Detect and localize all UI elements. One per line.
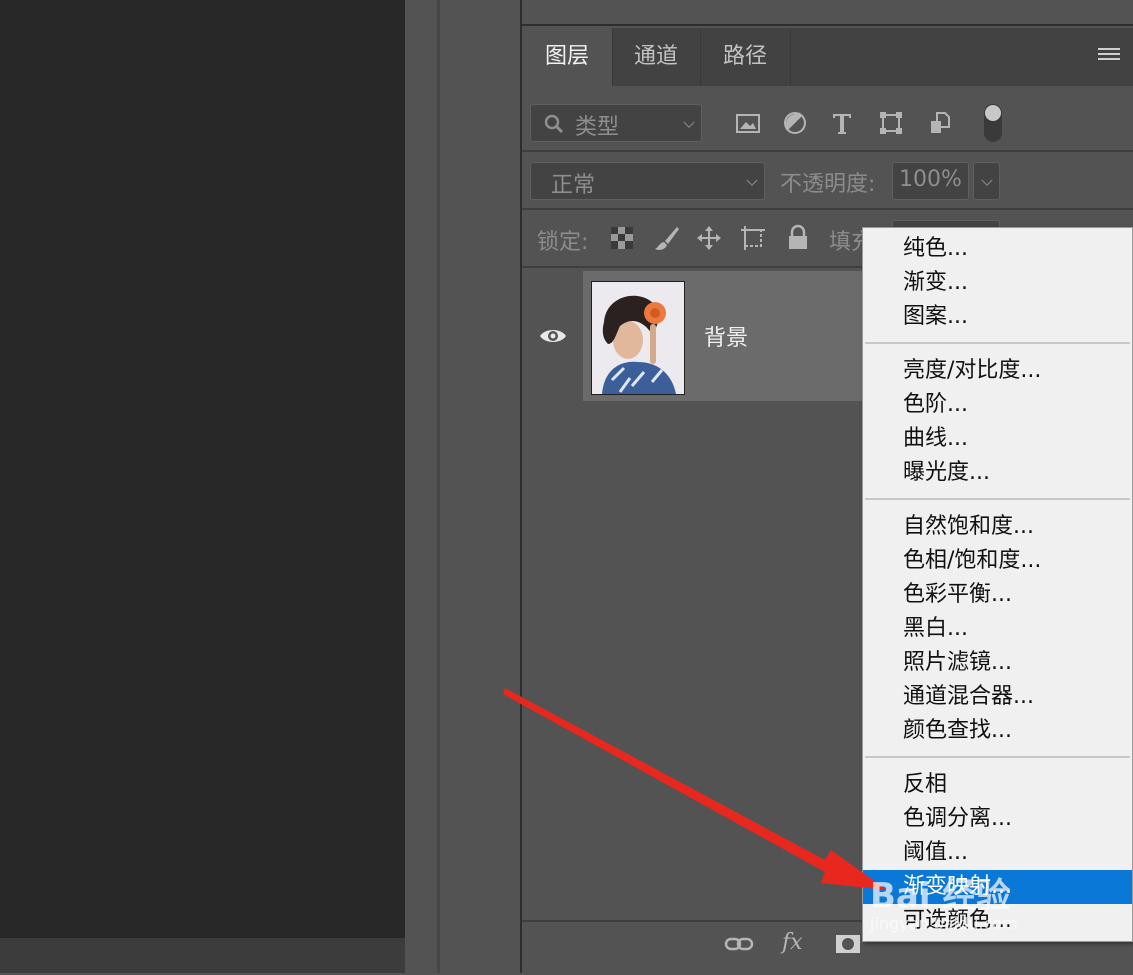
tab-channels[interactable]: 通道 xyxy=(612,28,701,86)
menu-item[interactable]: 亮度/对比度... xyxy=(863,354,1132,388)
layer-name[interactable]: 背景 xyxy=(704,320,748,352)
adjustment-layer-filter-icon[interactable] xyxy=(780,108,810,138)
opacity-label: 不透明度: xyxy=(780,172,876,197)
pixel-layer-filter-icon[interactable] xyxy=(733,108,763,138)
layer-thumbnail xyxy=(591,281,685,395)
panel-menu-icon[interactable] xyxy=(1098,48,1120,66)
link-layers-icon[interactable] xyxy=(724,934,754,954)
adjustment-layer-menu: 纯色... 渐变... 图案... 亮度/对比度... 色阶... 曲线... 曝光度...… xyxy=(862,227,1133,942)
menu-separator xyxy=(865,498,1130,500)
lock-artboard-icon[interactable] xyxy=(739,224,767,252)
tab-paths[interactable]: 路径 xyxy=(700,28,791,86)
eye-icon[interactable] xyxy=(539,327,567,345)
watermark-text: Bai 经验 xyxy=(870,876,1011,916)
smart-object-filter-icon[interactable] xyxy=(925,108,955,138)
menu-item[interactable]: 色调分离... xyxy=(863,802,1132,836)
type-layer-filter-icon[interactable] xyxy=(827,108,857,138)
menu-item[interactable]: 色相/饱和度... xyxy=(863,544,1132,578)
layer-style-fx-button[interactable]: fx xyxy=(782,930,803,955)
menu-item[interactable]: 通道混合器... xyxy=(863,680,1132,714)
filter-toggle-switch[interactable] xyxy=(984,104,1002,142)
opacity-input[interactable]: 100% xyxy=(892,162,969,200)
status-bar xyxy=(0,938,440,973)
menu-item[interactable]: 曲线... xyxy=(863,422,1132,456)
lock-transparent-pixels-icon[interactable] xyxy=(609,225,635,251)
search-icon xyxy=(544,114,564,134)
menu-item[interactable]: 黑白... xyxy=(863,612,1132,646)
menu-item[interactable]: 色阶... xyxy=(863,388,1132,422)
menu-item[interactable]: 图案... xyxy=(863,300,1132,334)
opacity-value: 100% xyxy=(899,167,962,192)
menu-item[interactable]: 渐变... xyxy=(863,266,1132,300)
add-mask-icon[interactable] xyxy=(835,934,861,954)
menu-item[interactable]: 纯色... xyxy=(863,232,1132,266)
kind-filter-label: 类型 xyxy=(575,115,620,140)
lock-image-pixels-brush-icon[interactable] xyxy=(653,224,681,252)
menu-item[interactable]: 反相 xyxy=(863,768,1132,802)
menu-item[interactable]: 自然饱和度... xyxy=(863,510,1132,544)
menu-item[interactable]: 照片滤镜... xyxy=(863,646,1132,680)
blend-mode-value: 正常 xyxy=(551,173,596,198)
panel-tab-bar: 图层 通道 路径 xyxy=(522,28,1133,86)
menu-item[interactable]: 颜色查找... xyxy=(863,714,1132,748)
lock-position-move-icon[interactable] xyxy=(695,224,723,252)
menu-item[interactable]: 色彩平衡... xyxy=(863,578,1132,612)
document-canvas-area[interactable] xyxy=(0,0,405,938)
tab-layers[interactable]: 图层 xyxy=(522,28,613,86)
blend-mode-dropdown[interactable]: 正常 xyxy=(530,162,765,200)
watermark-url: jingyan.baidu.com xyxy=(870,914,1018,933)
menu-separator xyxy=(865,342,1130,344)
menu-separator xyxy=(865,756,1130,758)
shape-layer-filter-icon[interactable] xyxy=(876,108,906,138)
lock-label: 锁定: xyxy=(537,230,589,255)
layer-kind-filter-dropdown[interactable]: 类型 xyxy=(530,104,702,142)
opacity-slider-button[interactable] xyxy=(973,162,1000,200)
menu-item[interactable]: 阈值... xyxy=(863,836,1132,870)
lock-all-icon[interactable] xyxy=(785,224,811,252)
layer-visibility-cell[interactable] xyxy=(522,271,583,401)
annotation-arrow xyxy=(503,688,887,890)
panel-top-bar xyxy=(522,0,1133,26)
menu-item[interactable]: 曝光度... xyxy=(863,456,1132,490)
